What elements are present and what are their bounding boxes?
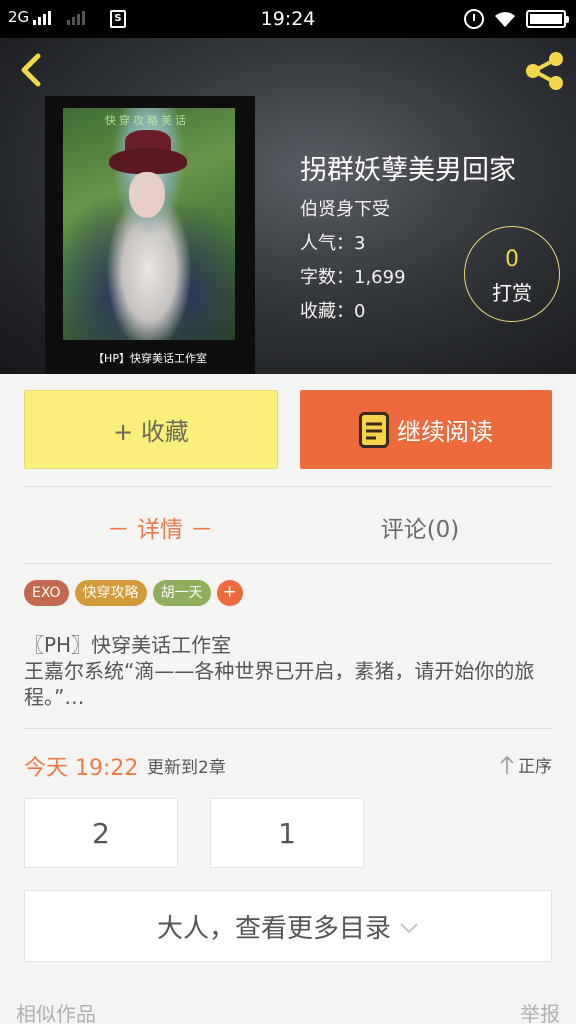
alarm-icon xyxy=(464,9,484,29)
continue-reading-button[interactable]: 继续阅读 xyxy=(300,390,552,469)
book-author[interactable]: 伯贤身下受 xyxy=(300,195,390,221)
divider xyxy=(24,563,552,564)
cover-hat-brim xyxy=(109,148,187,174)
tag-quick-travel[interactable]: 快穿攻略 xyxy=(74,580,147,606)
chevron-down-icon xyxy=(399,911,419,941)
wifi-icon xyxy=(494,10,516,28)
similar-works-heading: 相似作品 xyxy=(16,1002,96,1024)
book-word-count: 字数：1,699 xyxy=(300,267,406,288)
add-favorite-button[interactable]: + 收藏 xyxy=(24,390,278,469)
status-icons xyxy=(464,9,569,29)
cover-face xyxy=(129,172,165,218)
description-line-1: 〖PH〗快穿美话工作室 xyxy=(24,633,232,657)
update-time: 今天 19:22 xyxy=(24,756,139,781)
tag-hu-yitian[interactable]: 胡一天 xyxy=(152,580,211,606)
tag-exo[interactable]: EXO xyxy=(24,580,69,606)
divider xyxy=(24,486,552,487)
book-popularity: 人气：3 xyxy=(300,233,366,254)
report-link[interactable]: 举报 xyxy=(520,998,560,1024)
share-icon xyxy=(526,52,563,90)
book-header: 快穿攻略美话 【HP】快穿美话工作室 拐群妖孽美男回家 伯贤身下受 人气：3 字… xyxy=(0,38,576,374)
book-favorites: 收藏：0 xyxy=(300,301,366,322)
battery-icon xyxy=(526,10,569,28)
sort-order-button[interactable]: 正序 xyxy=(500,752,552,777)
description-line-2: 王嘉尔系统“滴——各种世界已开启，素猪，请开始你的旅程。”… xyxy=(24,659,535,709)
update-text: 更新到2章 xyxy=(147,758,226,778)
book-description[interactable]: 〖PH〗快穿美话工作室 王嘉尔系统“滴——各种世界已开启，素猪，请开始你的旅程。… xyxy=(24,632,554,710)
chapter-item[interactable]: 2 xyxy=(24,798,178,868)
book-icon xyxy=(359,411,389,448)
sort-order-label: 正序 xyxy=(518,757,552,777)
back-button[interactable] xyxy=(14,50,50,90)
tab-details[interactable]: － 详情 － xyxy=(80,510,240,544)
tab-comments[interactable]: 评论(0) xyxy=(340,510,500,544)
arrow-up-icon xyxy=(500,755,514,775)
continue-reading-label: 继续阅读 xyxy=(397,418,493,446)
tip-count: 0 xyxy=(505,247,519,272)
share-button[interactable] xyxy=(522,50,568,92)
tip-button[interactable]: 0 打赏 xyxy=(464,226,560,322)
more-catalog-label: 大人，查看更多目录 xyxy=(156,913,391,944)
more-catalog-button[interactable]: 大人，查看更多目录 xyxy=(24,890,552,962)
cover-caption: 【HP】快穿美话工作室 xyxy=(93,352,207,365)
chevron-left-icon xyxy=(21,53,41,87)
chapter-item[interactable]: 1 xyxy=(210,798,364,868)
add-tag-button[interactable]: + xyxy=(216,580,243,606)
tag-list: EXO 快穿攻略 胡一天 + xyxy=(24,580,243,606)
status-bar: 2G S 19:24 xyxy=(0,0,576,38)
divider xyxy=(24,728,552,729)
book-cover[interactable]: 快穿攻略美话 【HP】快穿美话工作室 xyxy=(45,96,255,374)
cover-title: 快穿攻略美话 xyxy=(105,114,189,127)
book-title: 拐群妖孽美男回家 xyxy=(300,155,516,186)
tip-label: 打赏 xyxy=(492,281,532,305)
